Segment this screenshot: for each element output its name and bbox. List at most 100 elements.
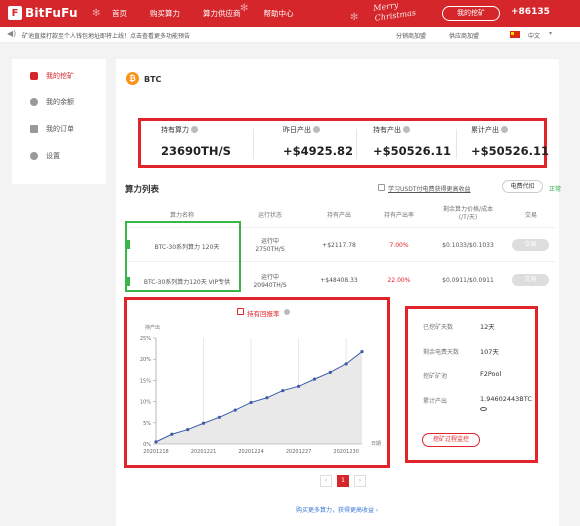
sidebar-item-label: 我的挖矿 [46,72,74,80]
stat-yesterday-output: 昨日产出 +$4925.82 [283,125,353,158]
row-power: 2750TH/S [255,246,285,253]
info-value-days: 12天 [480,323,495,331]
trade-button[interactable]: 交易 [512,239,549,251]
sidebar-item-orders[interactable]: 我的订单 [30,124,74,134]
info-icon[interactable] [403,126,410,133]
data-point [217,415,221,419]
y-tick-label: 15% [140,378,151,384]
row-output: +$48408.33 [320,277,358,284]
snowflake-icon: ✻ [350,12,359,23]
china-flag-icon [510,31,520,38]
y-tick-label: 10% [140,400,151,406]
mining-monitor-button[interactable]: 挖矿过程监控 [422,433,480,447]
data-point [201,421,206,425]
logo-mark: F [8,6,22,20]
x-tick-label: 20201227 [286,449,311,455]
data-point [328,370,332,374]
order-icon [30,125,38,133]
info-icon[interactable] [501,126,508,133]
row-status: 运行中 [260,238,279,245]
notice-bar: ◀) 矿池直接打款至个人钱包地址即将上线！点击查看更多功能预告 分销商加盟 供应… [0,27,580,43]
column-header-output: 持有产出 [326,212,351,219]
info-icon[interactable] [191,126,198,133]
stat-value: +$4925.82 [283,144,354,158]
nav-suppliers[interactable]: 算力供应商 [203,8,241,19]
row-rate: 22.00% [387,277,411,284]
chevron-down-icon[interactable]: ▾ [549,30,552,37]
my-mining-button[interactable]: 我的挖矿 [442,6,500,21]
row-price: $0.0911/$0.0911 [442,277,494,284]
data-point [281,388,285,393]
notice-text[interactable]: 矿池直接打款至个人钱包地址即将上线！点击查看更多功能预告 [22,31,190,40]
nav-home[interactable]: 首页 [112,8,127,19]
stats-panel: 持有算力 23690TH/S 昨日产出 +$4925.82 持有产出 +$505… [138,118,549,168]
info-label-pool: 挖矿矿池 [423,373,448,380]
page-current[interactable]: 1 [337,475,349,487]
data-point [249,400,253,405]
snowflake-icon: ✻ [240,3,249,14]
page-next-button[interactable]: › [354,475,366,487]
electricity-withhold-button[interactable]: 电费代扣 [502,180,543,193]
usdt-learn-link[interactable]: 学习USDT付电费获得更高收益 [388,184,471,193]
divider [356,129,357,159]
supplier-link[interactable]: 供应商加盟 [449,31,479,40]
sidebar-item-settings[interactable]: 设置 [30,151,60,161]
nav-buy-hashrate[interactable]: 购买算力 [150,8,180,19]
buy-more-link[interactable]: 购买更多算力，获得更高收益 › [296,505,378,514]
info-icon[interactable] [284,309,290,315]
stat-held-output: 持有产出 +$50526.11 [373,125,451,158]
info-label-total: 累计产出 [423,398,448,405]
sidebar-item-my-mining[interactable]: 我的挖矿 [30,71,74,81]
top-nav: F BitFuFu 首页 购买算力 算力供应商 帮助中心 ✻ ✻ ✻ Merry… [0,0,580,27]
x-tick-label: 20201218 [143,449,168,455]
stat-label: 累计产出 [471,126,499,134]
info-label-days: 已挖矿天数 [423,324,454,331]
stat-value: +$50526.11 [471,144,550,158]
language-select[interactable]: 中文 [528,31,540,40]
distributor-link[interactable]: 分销商加盟 [396,31,426,40]
y-tick-label: 0% [143,442,151,448]
return-chart: 0% 5% 10% 15% 20% 25% 20201218 20201221 20201224… [140,336,364,455]
row-power: 20940TH/S [253,282,287,289]
mining-icon [30,72,38,80]
sidebar-item-label: 我的订单 [46,125,74,133]
stat-value: 23690TH/S [161,144,231,158]
y-tick-label: 20% [140,357,151,363]
sidebar-item-label: 我的余额 [46,98,74,106]
sidebar-item-balance[interactable]: 我的余额 [30,97,74,107]
stat-value: +$50526.11 [373,144,452,158]
x-tick-label: 20201224 [238,449,263,455]
highlight-box [125,221,241,292]
logo-text: BitFuFu [25,6,78,20]
trade-button[interactable]: 交易 [512,274,549,286]
coin-title: BTC [144,75,162,84]
eye-icon[interactable] [480,407,487,411]
data-point [344,362,348,366]
page-prev-button[interactable]: ‹ [320,475,332,487]
row-status: 运行中 [260,274,279,281]
column-header-status: 运行状态 [257,212,282,219]
info-icon[interactable] [313,126,320,133]
stat-label: 持有算力 [161,126,189,134]
main-nav: 首页 购买算力 算力供应商 帮助中心 [112,8,317,19]
stat-label: 持有产出 [373,126,401,134]
data-point [312,377,317,381]
nav-help[interactable]: 帮助中心 [264,8,294,19]
phone-number[interactable]: +86135 [511,7,550,17]
status-badge: 正常 [549,186,562,193]
chart-x-label: 日期 [371,441,382,447]
sidebar: 我的挖矿 我的余额 我的订单 设置 [12,59,106,184]
y-tick-label: 5% [143,421,151,427]
divider [456,129,457,159]
stat-total-output: 累计产出 +$50526.11 [471,125,549,158]
column-header-name: 算力名称 [169,212,194,219]
x-tick-label: 20201221 [191,449,216,455]
logo[interactable]: F BitFuFu [8,6,78,20]
data-point [170,432,174,436]
christmas-banner: Merry Christmas [373,0,417,24]
info-label-elec-days: 剩余电费天数 [423,349,460,356]
sidebar-item-label: 设置 [46,152,60,160]
info-value-pool: F2Pool [480,370,502,378]
snowflake-icon: ✻ [92,8,101,19]
usdt-checkbox[interactable] [378,184,385,191]
